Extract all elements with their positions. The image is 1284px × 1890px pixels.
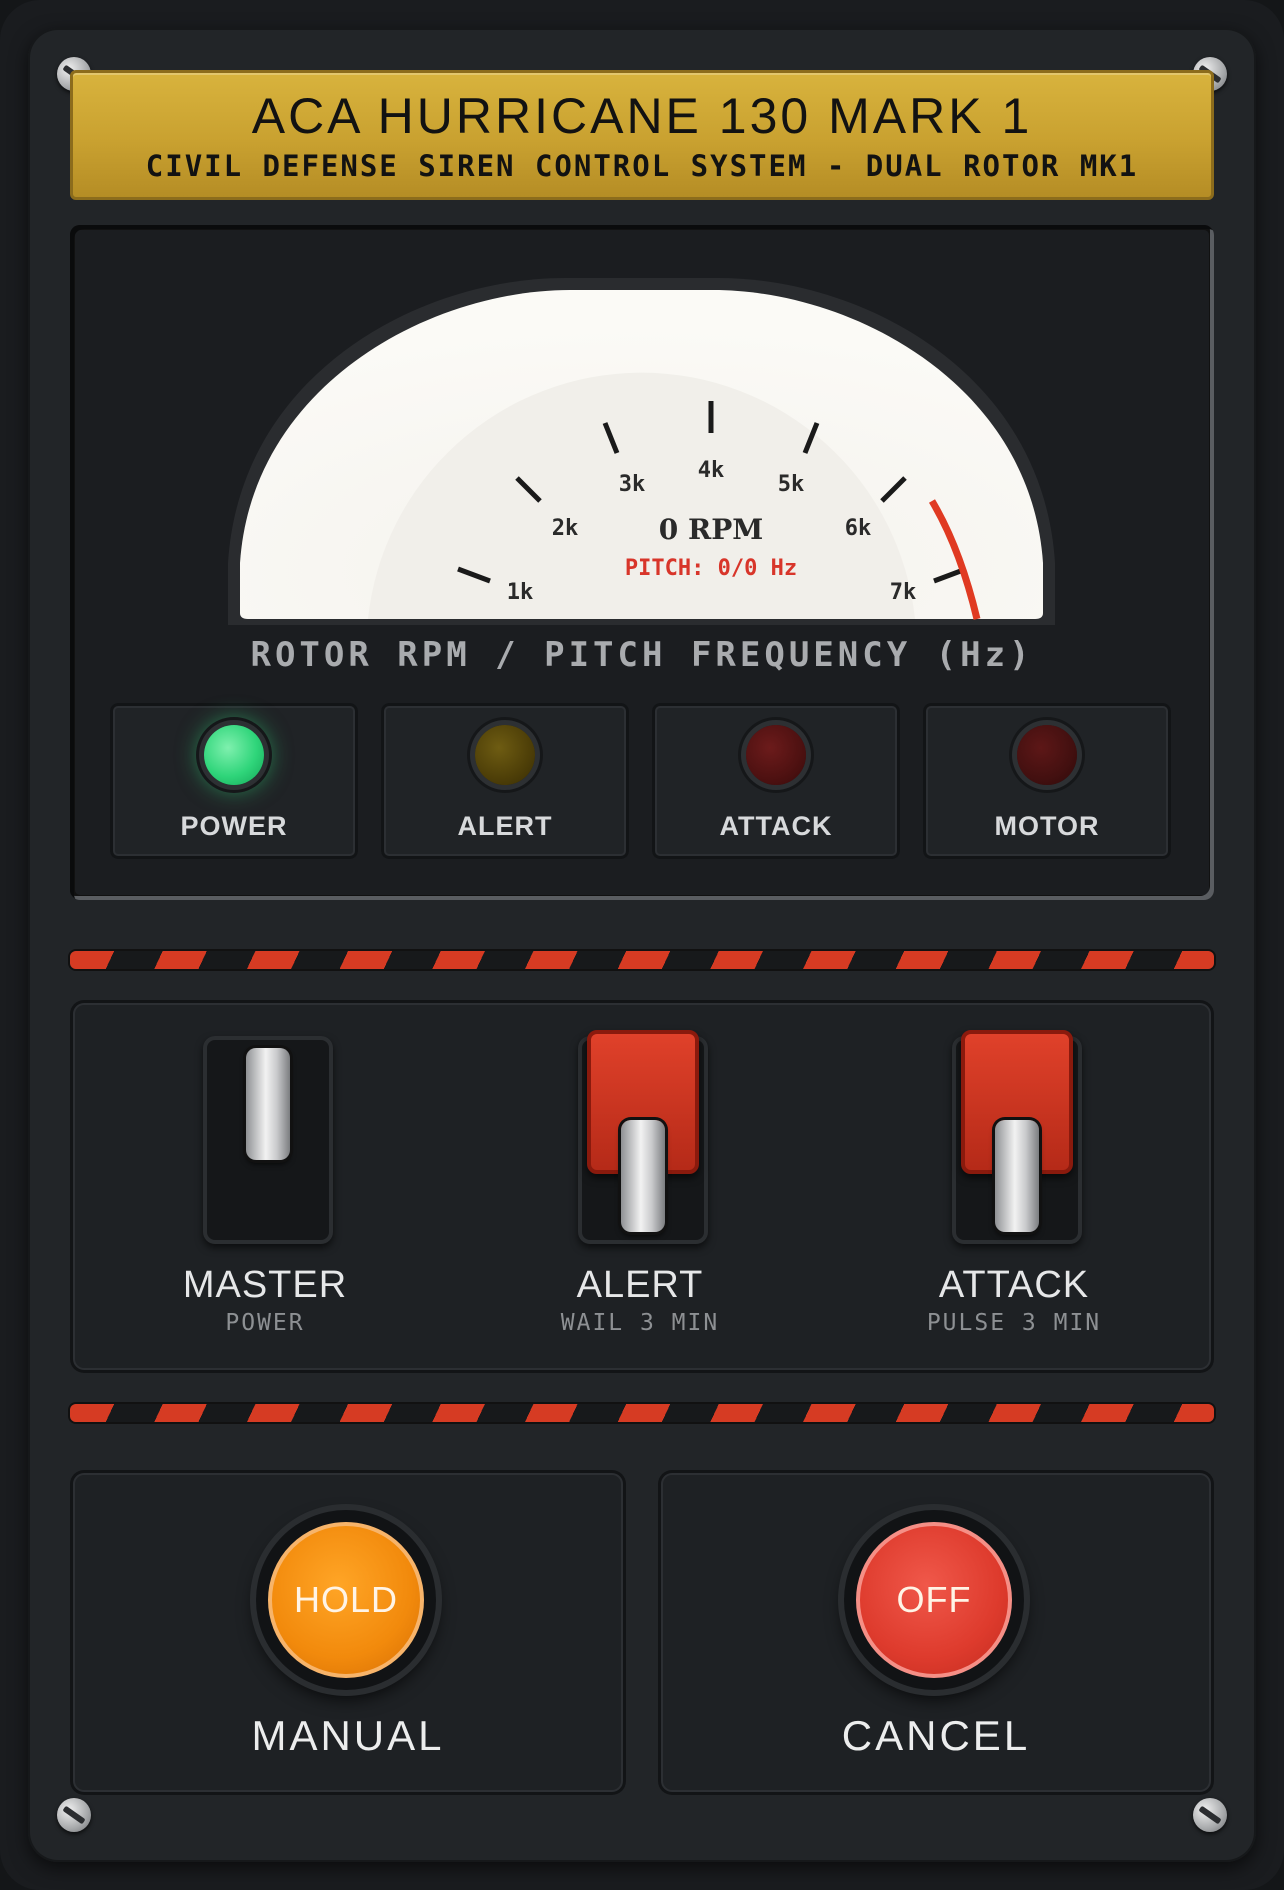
alert-switch[interactable]: ALERT WAIL 3 MIN: [490, 1030, 790, 1336]
cancel-button-box: OFF CANCEL: [658, 1470, 1214, 1795]
gauge-caption: ROTOR RPM / PITCH FREQUENCY (Hz): [250, 635, 1034, 675]
gauge-dial: 1k 2k 3k 4k 5k 6k 7k 0 RPM PITCH: 0/0 Hz: [228, 278, 1055, 625]
attack-switch[interactable]: ATTACK PULSE 3 MIN: [864, 1030, 1164, 1336]
off-button[interactable]: OFF: [856, 1522, 1012, 1678]
indicator-attack: ATTACK: [652, 703, 900, 859]
switch-name: ATTACK: [938, 1264, 1090, 1306]
indicator-power: POWER: [110, 703, 358, 859]
indicator-label: ATTACK: [719, 811, 833, 841]
button-label: MANUAL: [251, 1712, 445, 1759]
motor-led-icon: [1017, 725, 1077, 785]
switch-sub: PULSE 3 MIN: [926, 1310, 1102, 1336]
pitch-readout: PITCH: 0/0 Hz: [625, 556, 797, 581]
toggle-lever-icon[interactable]: [621, 1120, 665, 1232]
switch-panel: MASTER POWER ALERT WAIL 3 MIN ATTACK PUL…: [70, 1000, 1214, 1373]
indicator-label: ALERT: [457, 811, 553, 841]
attack-led-icon: [746, 725, 806, 785]
tick-label: 4k: [698, 458, 725, 483]
indicator-motor: MOTOR: [923, 703, 1171, 859]
meter-housing: 1k 2k 3k 4k 5k 6k 7k 0 RPM PITCH: 0/0 Hz…: [70, 225, 1214, 900]
toggle-lever-icon[interactable]: [995, 1120, 1039, 1232]
button-bezel: HOLD: [256, 1510, 436, 1690]
switch-name: MASTER: [182, 1264, 348, 1306]
nameplate: ACA HURRICANE 130 MARK 1 CIVIL DEFENSE S…: [70, 70, 1214, 200]
hold-button[interactable]: HOLD: [268, 1522, 424, 1678]
screw-icon: [1193, 1798, 1227, 1832]
alert-led-icon: [475, 725, 535, 785]
switch-name: ALERT: [576, 1264, 704, 1306]
nameplate-subtitle: CIVIL DEFENSE SIREN CONTROL SYSTEM - DUA…: [145, 149, 1139, 183]
tick-label: 6k: [845, 516, 872, 541]
master-switch[interactable]: MASTER POWER: [115, 1036, 415, 1336]
switch-sub: WAIL 3 MIN: [560, 1310, 720, 1336]
indicator-label: POWER: [180, 811, 288, 841]
tick-label: 3k: [619, 472, 646, 497]
siren-frame: ACA HURRICANE 130 MARK 1 CIVIL DEFENSE S…: [0, 0, 1284, 1890]
manual-button-box: HOLD MANUAL: [70, 1470, 626, 1795]
indicator-row: POWER ALERT ATTACK MOTOR: [110, 703, 1174, 863]
nameplate-title: ACA HURRICANE 130 MARK 1: [251, 88, 1033, 144]
button-bezel: OFF: [844, 1510, 1024, 1690]
indicator-alert: ALERT: [381, 703, 629, 859]
switch-sub: POWER: [225, 1310, 305, 1336]
tick-label: 2k: [552, 516, 579, 541]
power-led-icon: [204, 725, 264, 785]
indicator-label: MOTOR: [994, 811, 1100, 841]
button-label: CANCEL: [841, 1712, 1031, 1759]
screw-icon: [57, 1798, 91, 1832]
rpm-readout: 0 RPM: [659, 513, 764, 546]
hazard-stripe: [70, 951, 1214, 969]
toggle-lever-icon[interactable]: [246, 1048, 290, 1160]
tick-label: 1k: [507, 580, 534, 605]
tick-label: 5k: [778, 472, 805, 497]
rpm-gauge: 1k 2k 3k 4k 5k 6k 7k 0 RPM PITCH: 0/0 Hz: [220, 263, 1063, 625]
hazard-stripe: [70, 1404, 1214, 1422]
tick-label: 7k: [890, 580, 917, 605]
